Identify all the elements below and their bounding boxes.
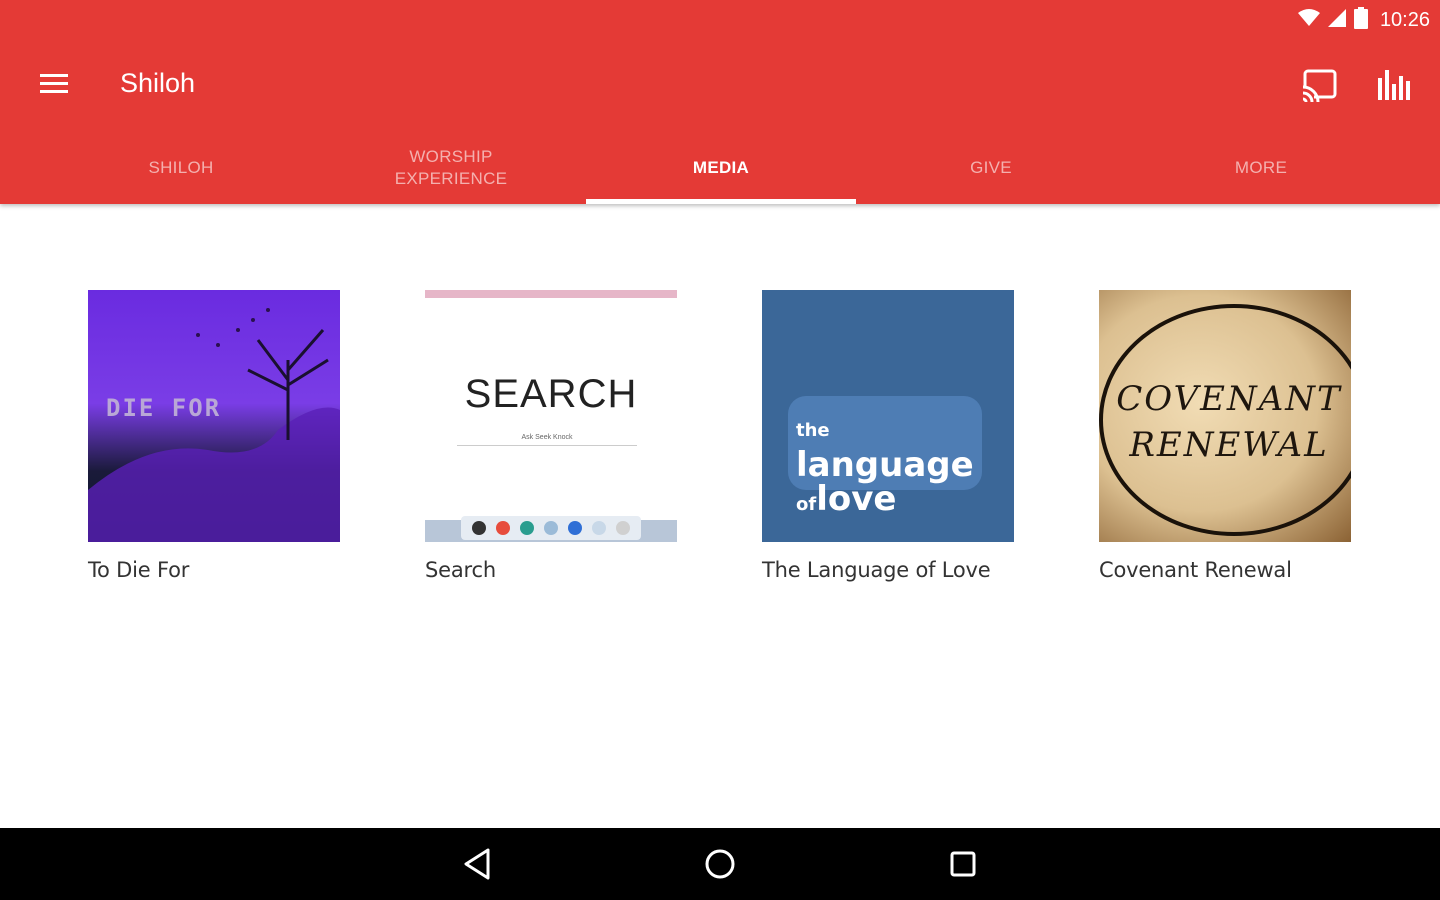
home-button[interactable] bbox=[688, 842, 752, 886]
back-button[interactable] bbox=[446, 842, 510, 886]
app-title: Shiloh bbox=[120, 68, 196, 98]
back-icon bbox=[464, 848, 490, 880]
media-card-covenant-renewal[interactable]: COVENANT RENEWAL Covenant Renewal bbox=[1099, 290, 1351, 582]
thumbnail-text: SEARCH bbox=[464, 372, 638, 416]
media-thumbnail: the language oflove bbox=[762, 290, 1014, 542]
tab-bar: SHILOH WORSHIP EXPERIENCE MEDIA GIVE MOR… bbox=[46, 132, 1396, 204]
dock-icons bbox=[461, 516, 641, 540]
cast-button[interactable] bbox=[1296, 66, 1344, 106]
media-thumbnail: SEARCH Ask Seek Knock bbox=[425, 290, 677, 542]
media-title: Covenant Renewal bbox=[1099, 558, 1292, 582]
home-icon bbox=[705, 849, 735, 879]
tab-shiloh[interactable]: SHILOH bbox=[46, 132, 316, 204]
menu-button[interactable] bbox=[26, 64, 82, 108]
equalizer-button[interactable] bbox=[1368, 66, 1416, 106]
media-grid: DIE FOR To Die For SEARCH Ask Seek Knock… bbox=[88, 290, 1351, 582]
thumbnail-text: the language oflove bbox=[796, 420, 974, 519]
status-time: 10:26 bbox=[1379, 8, 1430, 31]
media-card-language-of-love[interactable]: the language oflove The Language of Love bbox=[762, 290, 1014, 582]
tab-give[interactable]: GIVE bbox=[856, 132, 1126, 204]
system-nav-bar bbox=[0, 828, 1440, 900]
media-title: The Language of Love bbox=[762, 558, 991, 582]
equalizer-icon bbox=[1378, 70, 1410, 100]
cast-icon bbox=[1300, 69, 1337, 103]
thumbnail-text: COVENANT RENEWAL bbox=[1116, 379, 1342, 465]
battery-icon bbox=[1353, 6, 1368, 34]
media-thumbnail: COVENANT RENEWAL bbox=[1099, 290, 1351, 542]
thumbnail-subtext: Ask Seek Knock bbox=[457, 434, 637, 446]
signal-icon bbox=[1327, 8, 1346, 32]
media-thumbnail: DIE FOR bbox=[88, 290, 340, 542]
recents-icon bbox=[950, 851, 976, 877]
media-title: To Die For bbox=[88, 558, 190, 582]
media-card-search[interactable]: SEARCH Ask Seek Knock Search bbox=[425, 290, 677, 582]
thumbnail-text: DIE FOR bbox=[106, 394, 222, 422]
status-bar: 10:26 bbox=[1297, 6, 1430, 34]
tab-worship-experience[interactable]: WORSHIP EXPERIENCE bbox=[316, 132, 586, 204]
media-title: Search bbox=[425, 558, 496, 582]
wifi-icon bbox=[1297, 8, 1320, 32]
tab-more[interactable]: MORE bbox=[1126, 132, 1396, 204]
tab-media[interactable]: MEDIA bbox=[586, 132, 856, 204]
recents-button[interactable] bbox=[931, 842, 995, 886]
media-card-to-die-for[interactable]: DIE FOR To Die For bbox=[88, 290, 340, 582]
toolbar: Shiloh bbox=[0, 50, 1440, 122]
app-bar: 10:26 Shiloh SHILOH WORSHIP EXPERIENCE M… bbox=[0, 0, 1440, 204]
